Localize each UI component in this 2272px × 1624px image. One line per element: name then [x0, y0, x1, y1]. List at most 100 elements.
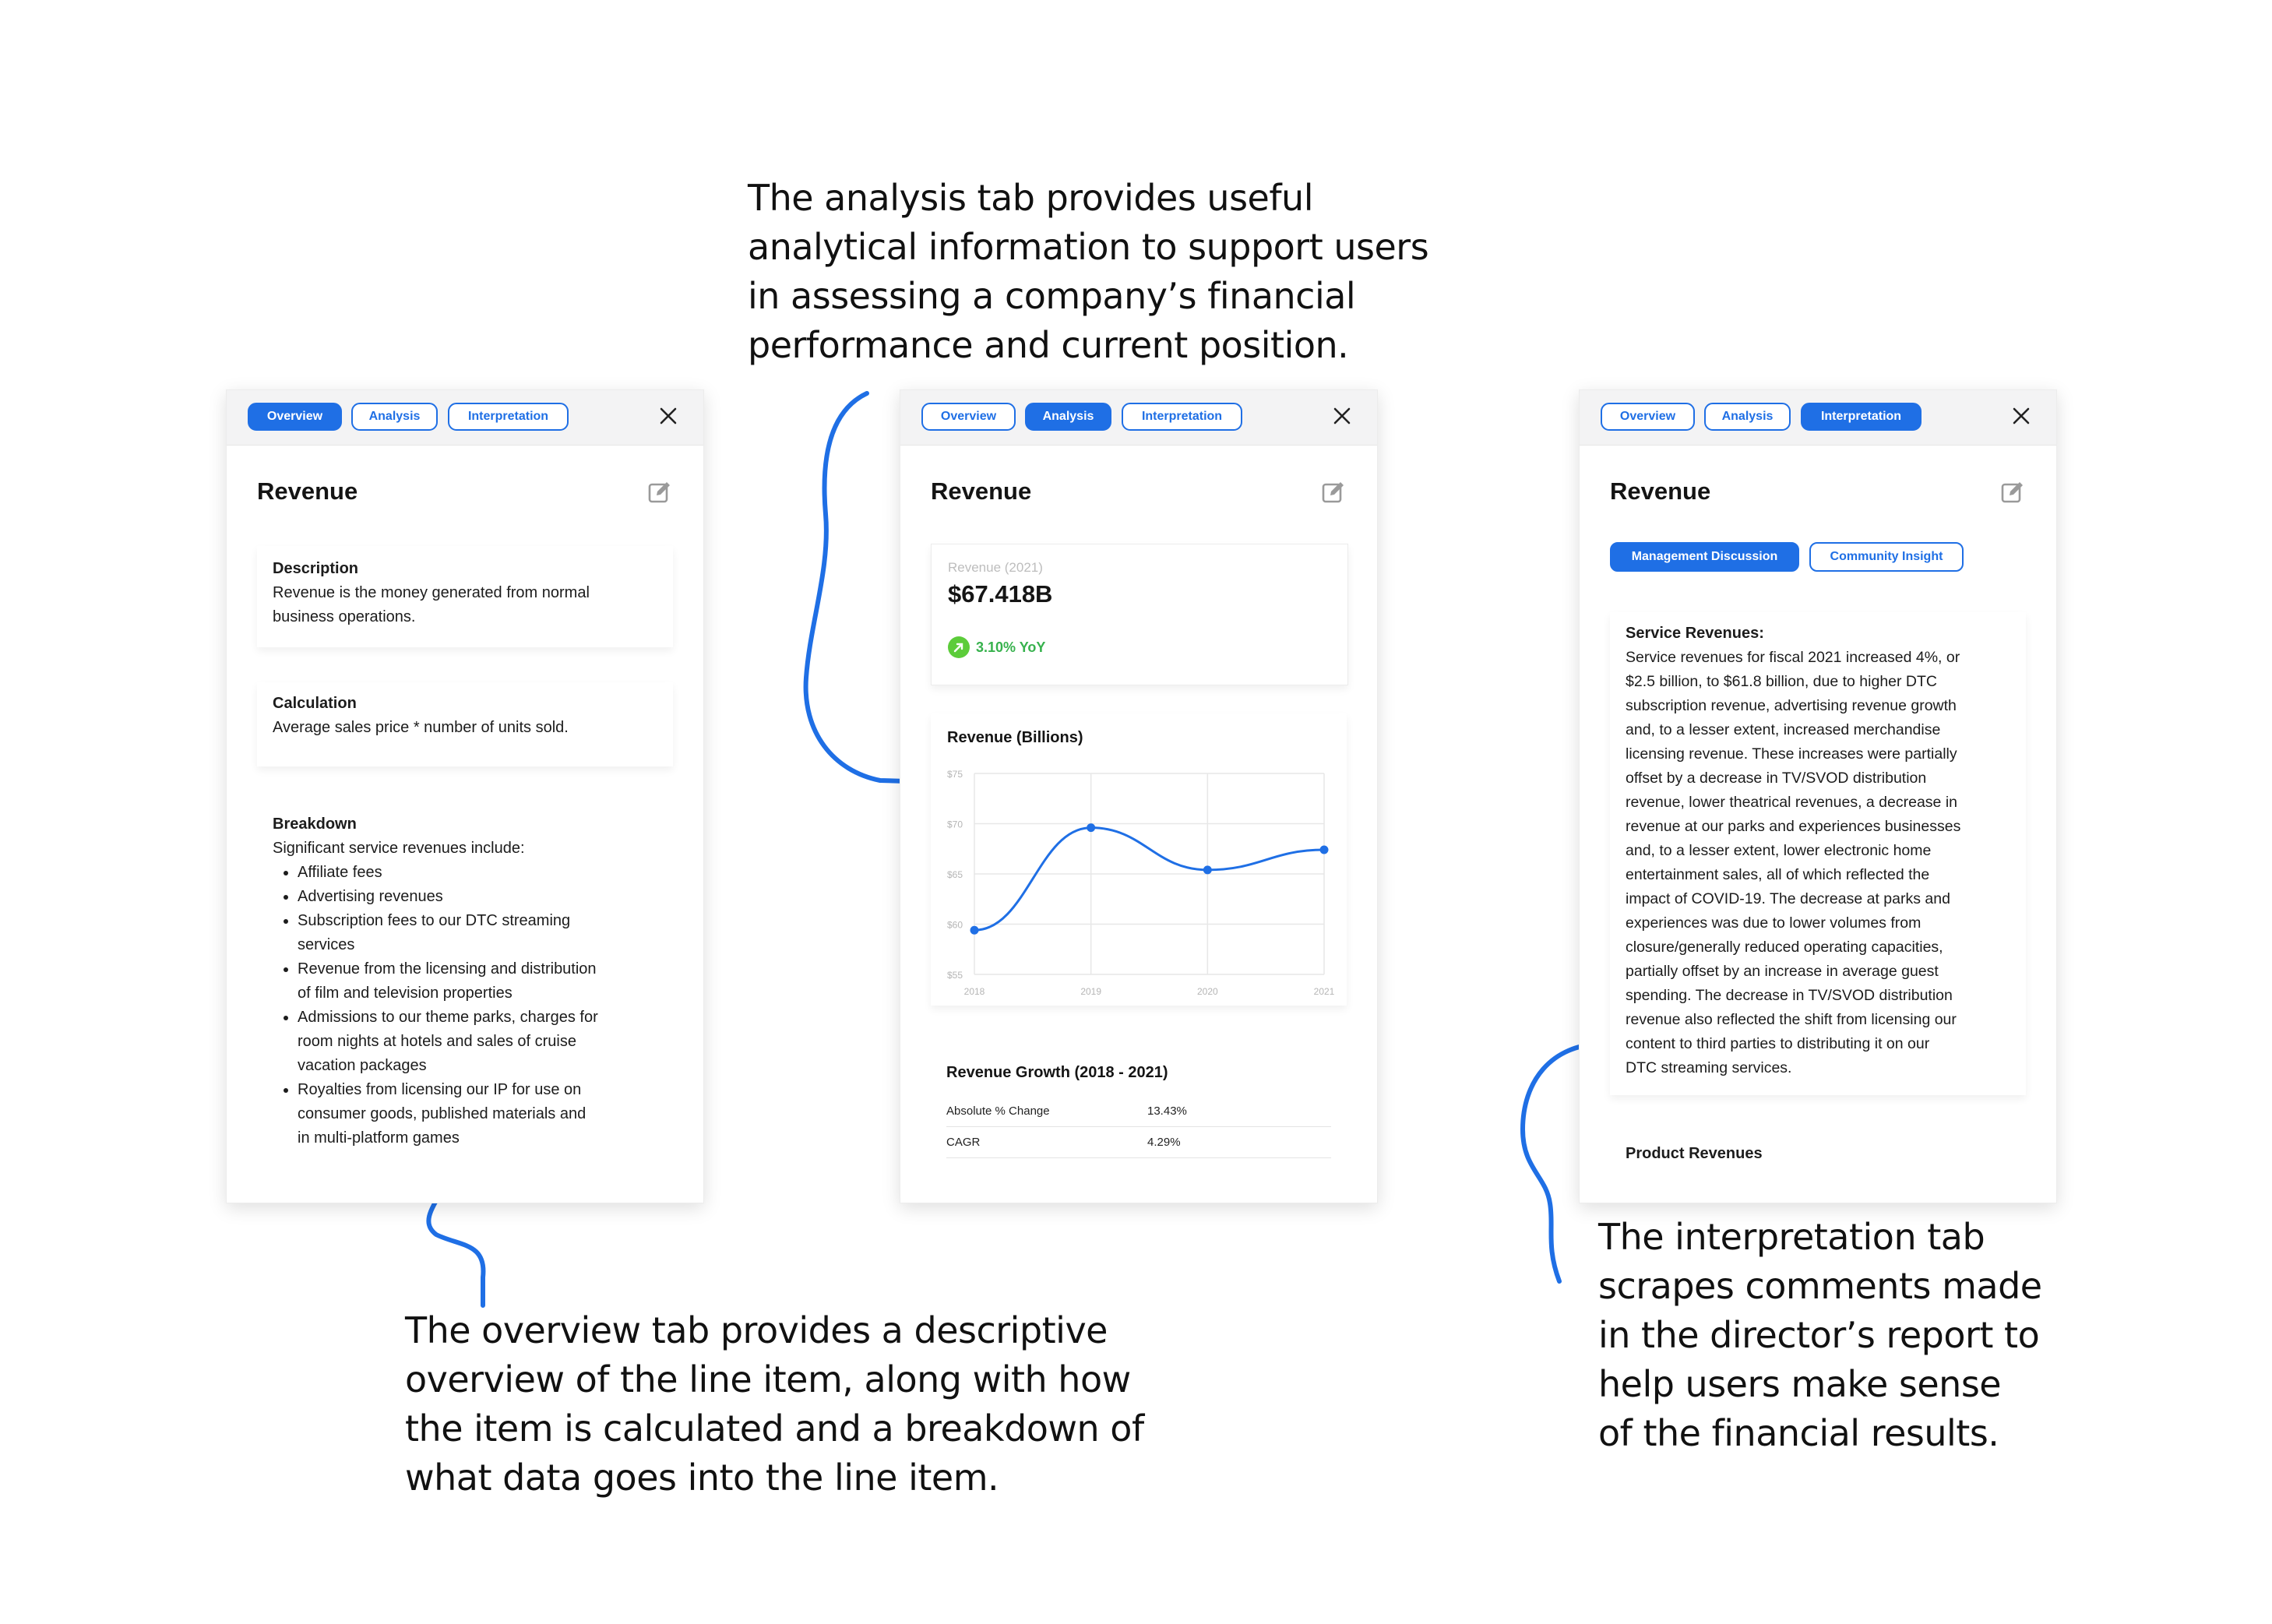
- tab-overview[interactable]: Overview: [921, 403, 1016, 431]
- tab-overview[interactable]: Overview: [248, 403, 342, 431]
- subtab-management-discussion[interactable]: Management Discussion: [1610, 542, 1799, 572]
- row-label: Absolute % Change: [946, 1104, 1050, 1118]
- list-item: Revenue from the licensing and distribut…: [298, 957, 660, 1006]
- y-tick-label: $70: [947, 819, 963, 830]
- tab-analysis[interactable]: Analysis: [1025, 403, 1111, 431]
- list-item: Affiliate fees: [298, 861, 660, 885]
- paragraph-line: licensing revenue. These increases were …: [1626, 745, 1957, 763]
- paragraph-line: subscription revenue, advertising revenu…: [1626, 697, 1957, 714]
- row-label: CAGR: [946, 1136, 981, 1149]
- product-revenues-heading: Product Revenues: [1626, 1145, 1763, 1162]
- annotation-line: in the director’s report to: [1598, 1314, 2040, 1356]
- page-title: Revenue: [1610, 477, 1711, 505]
- data-point[interactable]: [970, 925, 979, 935]
- annotation-line: The analysis tab provides useful: [748, 177, 1313, 219]
- paragraph-line: impact of COVID-19. The decrease at park…: [1626, 890, 1950, 907]
- tab-analysis[interactable]: Analysis: [1704, 403, 1791, 431]
- overview-connector: [426, 1185, 486, 1308]
- paragraph-line: revenue also reflected the shift from li…: [1626, 1011, 1957, 1028]
- calculation-card: Calculation Average sales price * number…: [257, 682, 673, 766]
- chart-card: Revenue (Billions) $55 $60 $65 $70 $75 2018 20…: [931, 713, 1347, 1006]
- data-point[interactable]: [1087, 823, 1096, 833]
- service-heading: Service Revenues:: [1626, 625, 1764, 642]
- paragraph-line: Service revenues for fiscal 2021 increas…: [1626, 649, 1960, 666]
- paragraph-line: and, to a lesser extent, lower electroni…: [1626, 842, 1932, 859]
- analysis-annotation: The analysis tab provides useful analyti…: [748, 174, 1429, 370]
- revenue-line-chart: $55 $60 $65 $70 $75 2018 2019 2020 2021: [947, 769, 1335, 997]
- annotation-line: analytical information to support users: [748, 226, 1429, 268]
- trend-up-icon: [948, 636, 970, 658]
- growth-table-title: Revenue Growth (2018 - 2021): [946, 1064, 1168, 1081]
- yoy-badge: 3.10% YoY: [948, 636, 1045, 658]
- yoy-value: 3.10% YoY: [976, 639, 1046, 655]
- paragraph-line: and, to a lesser extent, increased merch…: [1626, 721, 1941, 738]
- paragraph-line: entertainment sales, all of which reflec…: [1626, 866, 1930, 883]
- tab-interpretation[interactable]: Interpretation: [1801, 403, 1922, 431]
- breakdown-heading: Breakdown: [273, 816, 357, 833]
- subtab-community-insight[interactable]: Community Insight: [1809, 542, 1964, 572]
- annotation-line: overview of the line item, along with ho…: [405, 1358, 1131, 1400]
- paragraph-line: offset by a decrease in TV/SVOD distribu…: [1626, 770, 1927, 787]
- paragraph-line: experiences was due to lower volumes fro…: [1626, 914, 1922, 932]
- stat-label: Revenue (2021): [948, 560, 1043, 575]
- breakdown-intro: Significant service revenues include:: [273, 840, 525, 857]
- breakdown-card: Breakdown Significant service revenues i…: [257, 803, 673, 1169]
- paragraph-line: partially offset by an increase in avera…: [1626, 963, 1939, 980]
- tab-interpretation[interactable]: Interpretation: [448, 403, 569, 431]
- close-icon[interactable]: [1330, 404, 1354, 428]
- calculation-text: Average sales price * number of units so…: [273, 719, 569, 736]
- close-icon[interactable]: [2010, 404, 2033, 428]
- table-row: CAGR 4.29%: [946, 1126, 1331, 1158]
- table-row: Absolute % Change 13.43%: [946, 1095, 1331, 1127]
- tab-overview[interactable]: Overview: [1601, 403, 1695, 431]
- paragraph-line: spending. The decrease in TV/SVOD distri…: [1626, 987, 1953, 1004]
- page-title: Revenue: [931, 477, 1032, 505]
- close-icon[interactable]: [657, 404, 680, 428]
- list-item: Admissions to our theme parks, charges f…: [298, 1006, 660, 1078]
- description-text: Revenue is the money generated from norm…: [273, 584, 590, 601]
- description-text: business operations.: [273, 608, 416, 625]
- annotation-line: The interpretation tab: [1598, 1216, 1985, 1258]
- analysis-panel: Overview Analysis Interpretation Revenue…: [900, 389, 1378, 1203]
- tab-interpretation[interactable]: Interpretation: [1122, 403, 1242, 431]
- annotation-line: help users make sense: [1598, 1363, 2002, 1405]
- y-tick-label: $65: [947, 869, 963, 880]
- paragraph-line: revenue at our parks and experiences bus…: [1626, 818, 1961, 835]
- x-tick-label: 2020: [1197, 986, 1218, 997]
- panel-header: Overview Analysis Interpretation: [227, 390, 703, 446]
- paragraph-line: revenue, lower theatrical revenues, a de…: [1626, 794, 1957, 811]
- interpretation-annotation: The interpretation tab scrapes comments …: [1598, 1213, 2042, 1458]
- data-point[interactable]: [1203, 865, 1212, 875]
- page-title: Revenue: [257, 477, 358, 505]
- annotation-line: of the financial results.: [1598, 1412, 1999, 1454]
- edit-icon[interactable]: [2000, 480, 2025, 505]
- data-point[interactable]: [1319, 845, 1329, 854]
- paragraph-line: DTC streaming services.: [1626, 1059, 1792, 1076]
- annotation-line: the item is calculated and a breakdown o…: [405, 1407, 1144, 1450]
- list-item: Subscription fees to our DTC streamingse…: [298, 909, 660, 957]
- annotation-line: The overview tab provides a descriptive: [405, 1309, 1108, 1351]
- paragraph-line: closure/generally reduced operating capa…: [1626, 939, 1943, 956]
- overview-annotation: The overview tab provides a descriptive …: [405, 1306, 1144, 1502]
- description-card: Description Revenue is the money generat…: [257, 546, 673, 647]
- y-tick-label: $55: [947, 970, 963, 981]
- x-tick-label: 2018: [964, 986, 985, 997]
- overview-panel: Overview Analysis Interpretation Revenue…: [226, 389, 704, 1203]
- tab-analysis[interactable]: Analysis: [351, 403, 438, 431]
- breakdown-list: Affiliate fees Advertising revenues Subs…: [273, 861, 660, 1150]
- description-heading: Description: [273, 560, 359, 577]
- paragraph-line: content to third parties to distributing…: [1626, 1035, 1930, 1052]
- row-value: 13.43%: [1147, 1104, 1187, 1118]
- annotation-line: in assessing a company’s financial: [748, 275, 1356, 317]
- panel-header: Overview Analysis Interpretation: [1580, 390, 2056, 446]
- annotation-line: scrapes comments made: [1598, 1265, 2042, 1307]
- edit-icon[interactable]: [1321, 480, 1346, 505]
- annotation-line: what data goes into the line item.: [405, 1457, 999, 1499]
- service-revenues-card: Service Revenues: Service revenues for f…: [1610, 612, 2026, 1095]
- row-value: 4.29%: [1147, 1136, 1181, 1149]
- annotation-line: performance and current position.: [748, 324, 1349, 366]
- list-item: Royalties from licensing our IP for use …: [298, 1078, 660, 1150]
- paragraph-line: $2.5 billion, to $61.8 billion, due to h…: [1626, 673, 1937, 690]
- edit-icon[interactable]: [647, 480, 672, 505]
- list-item: Advertising revenues: [298, 885, 660, 909]
